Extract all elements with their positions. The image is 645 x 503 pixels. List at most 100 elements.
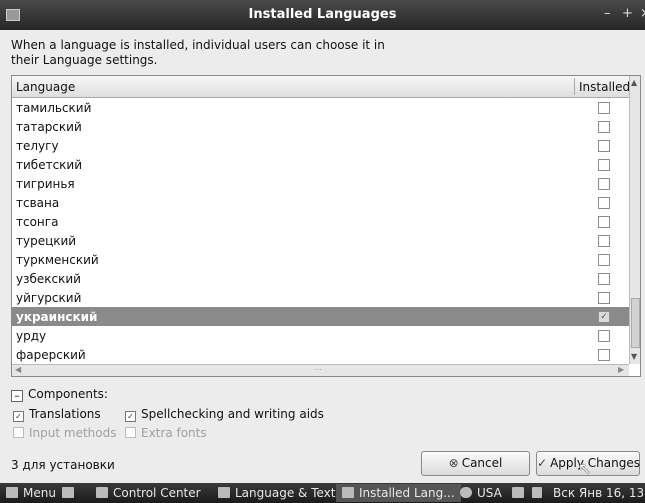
list-item[interactable]: фарерский	[12, 345, 629, 364]
checkbox-unchecked-icon	[13, 427, 24, 438]
language-text-icon	[218, 487, 230, 498]
taskbar-control-center[interactable]: Control Center	[96, 486, 201, 500]
language-name: урду	[16, 329, 47, 343]
apply-check-icon: ✓	[537, 456, 548, 470]
list-item[interactable]: тамильский	[12, 98, 629, 117]
list-item[interactable]: туркменский	[12, 250, 629, 269]
checkbox-unchecked-icon	[125, 427, 136, 438]
spellcheck-label: Spellchecking and writing aids	[141, 407, 324, 421]
clock[interactable]: Вск Янв 16, 13:4	[553, 486, 645, 500]
list-item[interactable]: тсвана	[12, 193, 629, 212]
language-list[interactable]: Language Installed тамильский татарский те…	[11, 75, 641, 377]
horizontal-scrollbar[interactable]: ◀ ⋯ ▶	[12, 364, 629, 376]
list-item[interactable]: тибетский	[12, 155, 629, 174]
cancel-icon: ⊗	[448, 456, 459, 470]
list-item[interactable]: узбекский	[12, 269, 629, 288]
speaker-icon	[532, 487, 542, 498]
installed-checkbox-icon[interactable]	[598, 235, 610, 247]
installed-languages-window: Installed Languages – + × When a languag…	[0, 0, 645, 483]
installed-languages-label: Installed Lang...	[359, 486, 455, 500]
minimize-button[interactable]: –	[604, 6, 611, 21]
language-text-label: Language & Text	[235, 486, 336, 500]
control-center-icon	[96, 487, 108, 498]
installed-checkbox-icon[interactable]	[598, 197, 610, 209]
mouse-cursor-icon: ↖	[578, 459, 592, 478]
cancel-button[interactable]: ⊗ Cancel	[421, 451, 530, 476]
language-name: украинский	[16, 310, 98, 324]
input-methods-label: Input methods	[29, 426, 117, 440]
list-item[interactable]: тсонга	[12, 212, 629, 231]
installed-checkbox-icon[interactable]	[598, 140, 610, 152]
scroll-right-icon[interactable]: ▶	[618, 365, 624, 374]
keyboard-layout-label: USA	[477, 486, 502, 500]
taskbar: Menu Control Center Language & Text Inst…	[0, 483, 645, 503]
title-bar[interactable]: Installed Languages – + ×	[0, 0, 645, 30]
installed-checkbox-icon[interactable]	[598, 254, 610, 266]
network-tray-icon	[512, 487, 524, 498]
installed-checkbox-icon[interactable]	[598, 349, 610, 361]
taskbar-language-text[interactable]: Language & Text	[218, 486, 335, 500]
description-text: When a language is installed, individual…	[11, 38, 385, 67]
language-name: телугу	[16, 139, 59, 153]
menu-label: Menu	[23, 486, 56, 500]
language-name: тигринья	[16, 177, 75, 191]
maximize-button[interactable]: +	[622, 6, 633, 21]
language-name: тсонга	[16, 215, 59, 229]
horizontal-scroll-grip-icon[interactable]: ⋯	[314, 365, 322, 374]
language-name: тамильский	[16, 101, 92, 115]
installed-checkbox-icon[interactable]	[598, 292, 610, 304]
list-header: Language Installed	[12, 76, 630, 98]
installed-checkbox-icon[interactable]	[598, 216, 610, 228]
installed-checkbox-icon[interactable]	[598, 159, 610, 171]
list-item[interactable]: татарский	[12, 117, 629, 136]
installed-checkbox-icon[interactable]	[598, 273, 610, 285]
taskbar-installed-languages[interactable]: Installed Lang...	[336, 484, 461, 502]
translations-label: Translations	[29, 407, 101, 421]
window-title: Installed Languages	[248, 7, 397, 22]
language-name: турецкий	[16, 234, 77, 248]
collapse-icon[interactable]: –	[11, 390, 23, 402]
scroll-left-icon[interactable]: ◀	[15, 365, 21, 374]
cancel-label: Cancel	[461, 456, 503, 470]
components-expander[interactable]: – Components:	[11, 387, 108, 402]
extra-fonts-label: Extra fonts	[141, 426, 207, 440]
language-name: узбекский	[16, 272, 81, 286]
installed-checkbox-icon[interactable]	[598, 102, 610, 114]
components-label: Components:	[28, 387, 108, 401]
column-header-installed[interactable]: Installed	[579, 80, 630, 94]
list-item[interactable]: украинский ✓	[12, 307, 629, 326]
control-center-label: Control Center	[113, 486, 201, 500]
scroll-up-icon[interactable]: ▲	[631, 78, 637, 87]
scroll-down-icon[interactable]: ▼	[631, 352, 637, 361]
list-item[interactable]: урду	[12, 326, 629, 345]
volume-icon[interactable]	[532, 486, 547, 500]
menu-icon	[6, 487, 18, 498]
installed-checkbox-icon[interactable]	[598, 330, 610, 342]
show-desktop-icon[interactable]	[62, 486, 79, 500]
network-icon[interactable]	[512, 486, 529, 500]
close-button[interactable]: ×	[640, 6, 645, 21]
list-item[interactable]: телугу	[12, 136, 629, 155]
vertical-scroll-thumb[interactable]	[631, 298, 640, 348]
language-name: уйгурский	[16, 291, 82, 305]
vertical-scrollbar[interactable]: ▲ ▼	[629, 76, 640, 364]
list-item[interactable]: уйгурский	[12, 288, 629, 307]
checkbox-checked-icon[interactable]: ✓	[125, 411, 136, 422]
keyboard-layout-indicator[interactable]: USA	[460, 486, 502, 500]
language-name: татарский	[16, 120, 82, 134]
installed-checkbox-checked-icon[interactable]: ✓	[598, 311, 610, 323]
installed-checkbox-icon[interactable]	[598, 121, 610, 133]
checkbox-checked-icon[interactable]: ✓	[13, 411, 24, 422]
column-header-language[interactable]: Language	[16, 80, 75, 94]
installed-checkbox-icon[interactable]	[598, 178, 610, 190]
language-name: тсвана	[16, 196, 60, 210]
taskbar-menu-button[interactable]: Menu	[6, 486, 56, 500]
translations-checkbox[interactable]: ✓ Translations	[13, 407, 101, 422]
shield-icon	[460, 487, 472, 498]
list-item[interactable]: турецкий	[12, 231, 629, 250]
extra-fonts-checkbox: Extra fonts	[125, 426, 207, 440]
status-text: 3 для установки	[11, 458, 115, 472]
list-item[interactable]: тигринья	[12, 174, 629, 193]
input-methods-checkbox: Input methods	[13, 426, 116, 440]
spellcheck-checkbox[interactable]: ✓ Spellchecking and writing aids	[125, 407, 324, 422]
